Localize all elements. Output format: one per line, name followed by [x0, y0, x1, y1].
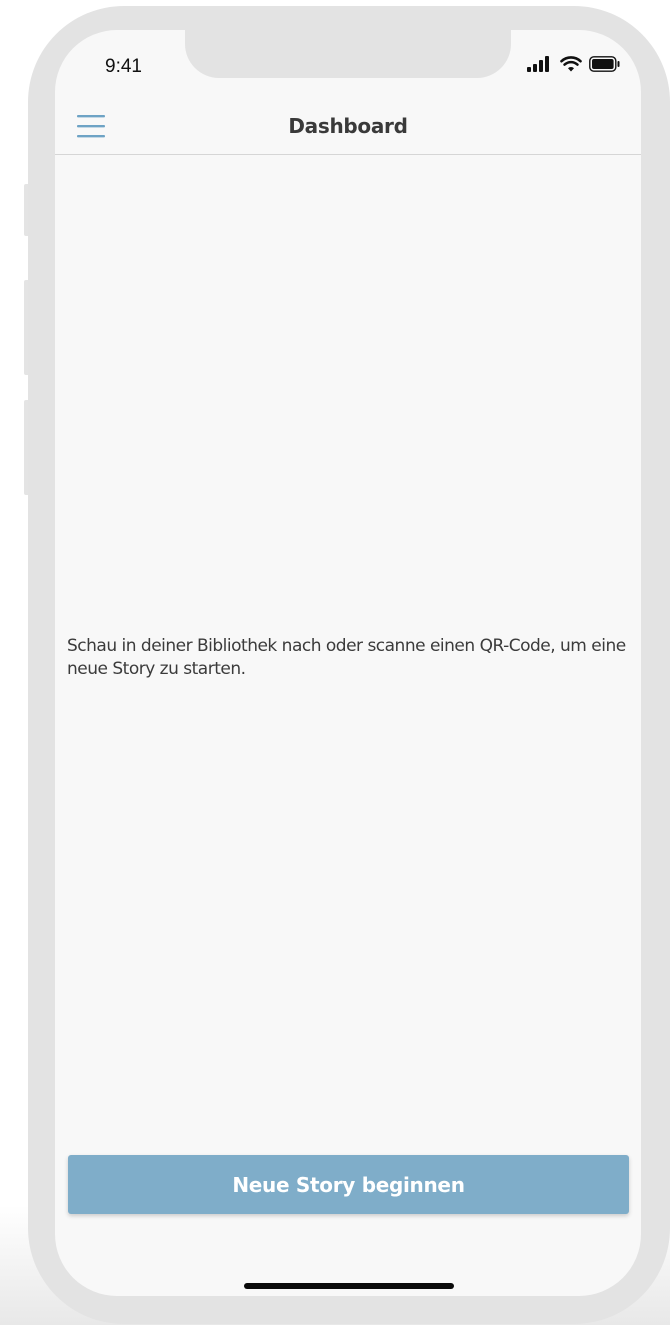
status-time: 9:41	[105, 56, 142, 77]
battery-icon	[589, 56, 620, 72]
app-screen: 9:41 Dashboard Schau in deiner Bibliothe…	[55, 30, 641, 1296]
device-mockup: 9:41 Dashboard Schau in deiner Bibliothe…	[0, 0, 670, 1325]
page-title: Dashboard	[288, 114, 408, 138]
home-indicator[interactable]	[244, 1283, 454, 1289]
navigation-bar: Dashboard	[55, 102, 641, 155]
status-icons	[527, 54, 621, 74]
wifi-icon	[560, 56, 582, 72]
device-notch	[185, 30, 511, 78]
cellular-signal-icon	[527, 56, 549, 72]
new-story-button[interactable]: Neue Story beginnen	[68, 1155, 629, 1214]
empty-state-message: Schau in deiner Bibliothek nach oder sca…	[67, 636, 626, 679]
